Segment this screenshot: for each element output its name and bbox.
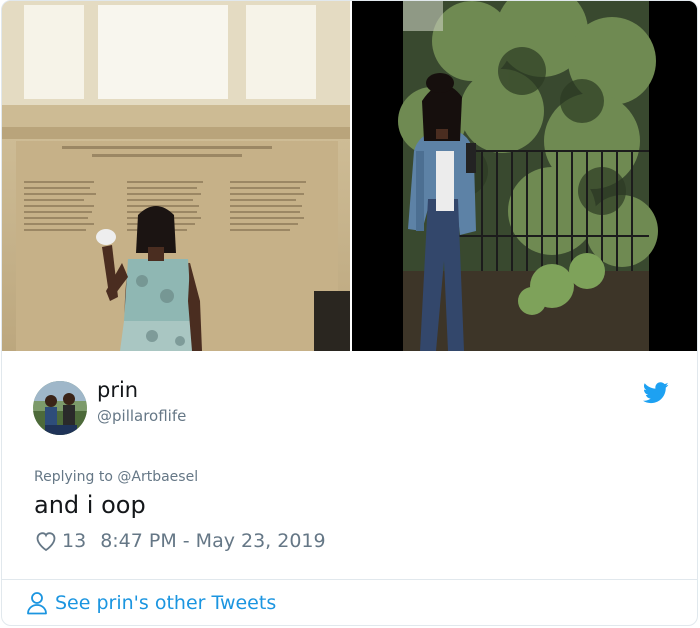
tweet-media[interactable]	[2, 1, 697, 351]
avatar[interactable]	[33, 381, 87, 435]
tweet-timestamp[interactable]: 8:47 PM - May 23, 2019	[100, 530, 325, 552]
twitter-bird-icon[interactable]	[642, 382, 669, 404]
heart-icon[interactable]	[34, 529, 58, 553]
replying-to: Replying to @Artbaesel	[34, 469, 198, 485]
replying-mention-link[interactable]: @Artbaesel	[117, 469, 198, 485]
author-handle[interactable]: @pillaroflife	[97, 407, 186, 425]
author-name[interactable]: prin	[97, 378, 138, 402]
tweet-meta: 13 8:47 PM - May 23, 2019	[34, 527, 326, 555]
like-count[interactable]: 13	[62, 530, 86, 552]
photo-memorial-hall[interactable]	[2, 1, 350, 351]
replying-prefix: Replying to	[34, 469, 113, 485]
see-other-tweets-link[interactable]: See prin's other Tweets	[26, 591, 276, 615]
tweet-text: and i oop	[34, 491, 146, 519]
photo-denim-trees[interactable]	[352, 1, 697, 351]
see-other-tweets-label[interactable]: See prin's other Tweets	[55, 592, 276, 614]
person-icon	[27, 592, 47, 615]
divider	[2, 579, 697, 580]
tweet-card: prin @pillaroflife Replying to @Artbaese…	[1, 0, 698, 626]
